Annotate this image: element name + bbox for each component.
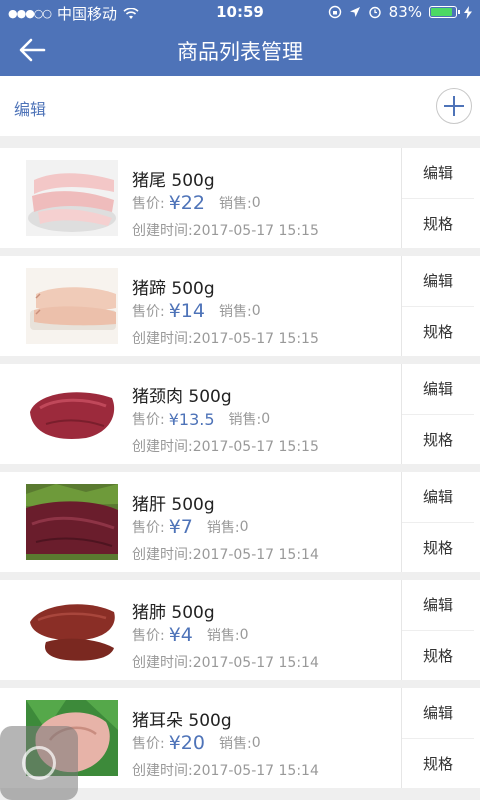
row-actions: 编辑 规格 [401,472,474,572]
price-line: 售价: ¥7 销售: 0 [132,514,249,540]
product-name: 猪尾 500g [132,171,215,191]
spec-button[interactable]: 规格 [402,738,474,789]
sales-label: 销售: [218,196,252,212]
price-line: 售价: ¥22 销售: 0 [132,190,261,216]
product-list: 猪尾 500g 售价: ¥22 销售: 0 创建时间:2017-05-17 15… [0,148,480,796]
spec-button[interactable]: 规格 [402,522,474,573]
page-title: 商品列表管理 [177,40,303,64]
product-name: 猪蹄 500g [132,279,215,299]
created-time: 创建时间:2017-05-17 15:14 [132,763,319,779]
sales-value: 0 [251,303,261,319]
product-name: 猪颈肉 500g [132,387,232,407]
price-label: 售价: [132,520,165,536]
price-line: 售价: ¥20 销售: 0 [132,730,261,756]
created-time: 创建时间:2017-05-17 15:14 [132,547,319,563]
created-time: 创建时间:2017-05-17 15:15 [132,331,319,347]
sales-value: 0 [239,519,249,535]
edit-product-button[interactable]: 编辑 [402,580,474,630]
price-value: ¥7 [168,516,193,538]
price-line: 售价: ¥13.5 销售: 0 [132,406,270,432]
price-label: 售价: [132,196,165,212]
product-row: 猪颈肉 500g 售价: ¥13.5 销售: 0 创建时间:2017-05-17… [0,364,480,464]
product-name: 猪耳朵 500g [132,711,232,731]
navigation-bar: 商品列表管理 [0,24,480,76]
created-time: 创建时间:2017-05-17 15:14 [132,655,319,671]
edit-product-button[interactable]: 编辑 [402,364,474,414]
assistive-touch-button[interactable] [0,726,78,800]
price-value: ¥20 [168,732,205,754]
toolbar: 编辑 [0,76,480,136]
row-actions: 编辑 规格 [401,148,474,248]
created-time: 创建时间:2017-05-17 15:15 [132,223,319,239]
created-time: 创建时间:2017-05-17 15:15 [132,439,319,455]
row-actions: 编辑 规格 [401,256,474,356]
price-value: ¥22 [168,192,205,214]
row-actions: 编辑 规格 [401,688,474,788]
price-line: 售价: ¥4 销售: 0 [132,622,249,648]
spec-button[interactable]: 规格 [402,198,474,249]
product-image-pig-trotter [26,268,118,344]
price-label: 售价: [132,412,165,428]
sales-label: 销售: [228,412,262,428]
price-line: 售价: ¥14 销售: 0 [132,298,261,324]
sales-label: 销售: [218,736,252,752]
product-row: 猪肝 500g 售价: ¥7 销售: 0 创建时间:2017-05-17 15:… [0,472,480,572]
sales-label: 销售: [218,304,252,320]
add-product-button[interactable] [436,88,472,124]
product-row: 猪尾 500g 售价: ¥22 销售: 0 创建时间:2017-05-17 15… [0,148,480,248]
battery-icon [429,6,460,18]
product-row: 猪肺 500g 售价: ¥4 销售: 0 创建时间:2017-05-17 15:… [0,580,480,680]
charging-icon [464,5,472,19]
sales-value: 0 [251,195,261,211]
product-image-pig-lung [26,592,118,668]
edit-product-button[interactable]: 编辑 [402,148,474,198]
status-right: 83% [328,3,472,21]
location-icon [349,7,360,17]
sales-label: 销售: [206,520,240,536]
edit-product-button[interactable]: 编辑 [402,688,474,738]
price-label: 售价: [132,628,165,644]
edit-button[interactable]: 编辑 [14,96,46,120]
alarm-icon [368,6,381,19]
edit-product-button[interactable]: 编辑 [402,256,474,306]
plus-icon [444,96,464,116]
battery-percent: 83% [388,3,422,21]
spec-button[interactable]: 规格 [402,630,474,681]
row-actions: 编辑 规格 [401,364,474,464]
product-image-pork-neck [26,376,118,452]
orientation-lock-icon [328,5,341,19]
sales-value: 0 [239,627,249,643]
product-name: 猪肺 500g [132,603,215,623]
row-actions: 编辑 规格 [401,580,474,680]
spec-button[interactable]: 规格 [402,414,474,465]
product-row: 猪蹄 500g 售价: ¥14 销售: 0 创建时间:2017-05-17 15… [0,256,480,356]
product-name: 猪肝 500g [132,495,215,515]
price-value: ¥14 [168,300,205,322]
edit-product-button[interactable]: 编辑 [402,472,474,522]
product-image-pig-liver [26,484,118,560]
product-image-pig-tail [26,160,118,236]
price-label: 售价: [132,736,165,752]
price-value: ¥13.5 [168,409,215,429]
spec-button[interactable]: 规格 [402,306,474,357]
price-label: 售价: [132,304,165,320]
assistive-touch-icon [22,746,56,780]
sales-value: 0 [261,411,271,427]
price-value: ¥4 [168,624,193,646]
sales-label: 销售: [206,628,240,644]
status-bar: ●●●○○ 中国移动 10:59 83% [0,0,480,24]
sales-value: 0 [251,735,261,751]
